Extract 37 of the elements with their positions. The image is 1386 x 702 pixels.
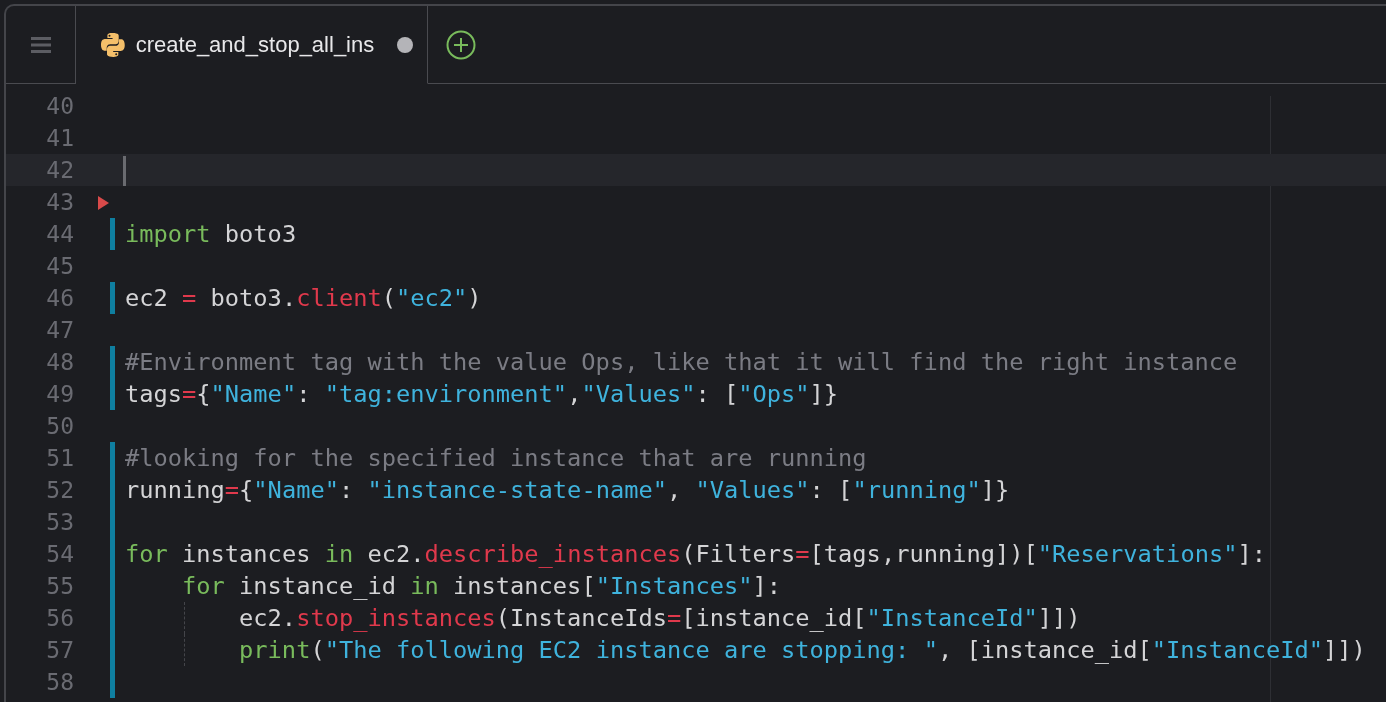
code-comment: #looking for the specified instance that are running <box>125 444 867 472</box>
line-number: 40 <box>45 93 74 119</box>
new-tab-button[interactable] <box>446 29 476 60</box>
text-cursor <box>123 156 126 186</box>
line-number: 43 <box>45 189 74 215</box>
line-number: 50 <box>45 413 74 439</box>
line-number: 47 <box>45 317 74 343</box>
menu-icon <box>30 36 51 53</box>
line-number: 51 <box>45 445 74 471</box>
file-tab[interactable]: create_and_stop_all_ins <box>76 6 428 84</box>
line-number: 52 <box>45 477 74 503</box>
line-number: 46 <box>45 285 74 311</box>
line-number: 49 <box>45 381 74 407</box>
line-number: 41 <box>45 125 74 151</box>
line-number: 56 <box>45 605 74 631</box>
line-number: 44 <box>45 221 74 247</box>
line-number: 53 <box>45 509 74 535</box>
plus-circle-icon <box>446 29 476 60</box>
line-number: 55 <box>45 573 74 599</box>
code-line: tags={"Name": "tag:environment","Values": ["Ops"]} <box>125 380 839 408</box>
line-number: 42 <box>45 157 74 183</box>
line-number: 57 <box>45 637 74 663</box>
code-line: for instances in ec2.describe_instances(Filters=[tags,running])["Reservations"]: <box>125 540 1266 568</box>
code-line: import boto3 <box>125 220 297 248</box>
code-line: for instance_id in instances["Instances"]: <box>181 572 782 600</box>
code-line: print("The following EC2 instance are stopping: ", [instance_id["InstanceId"]]) <box>238 636 1366 664</box>
code-line: ec2.stop_instances(InstanceIds=[instance_id["InstanceId"]]) <box>238 604 1081 632</box>
code-line: ec2 = boto3.client("ec2") <box>125 284 482 312</box>
line-number: 54 <box>45 541 74 567</box>
line-number: 48 <box>45 349 74 375</box>
code-line: running={"Name": "instance-state-name", "Values": ["running"]} <box>125 476 1010 504</box>
code-comment: #Environment tag with the value Ops, like that it will find the right instance <box>125 348 1238 376</box>
menu-button[interactable] <box>6 6 76 84</box>
python-logo-icon <box>100 31 126 58</box>
tab-title: create_and_stop_all_ins <box>135 31 376 58</box>
line-number: 58 <box>45 669 74 695</box>
line-number: 45 <box>45 253 74 279</box>
